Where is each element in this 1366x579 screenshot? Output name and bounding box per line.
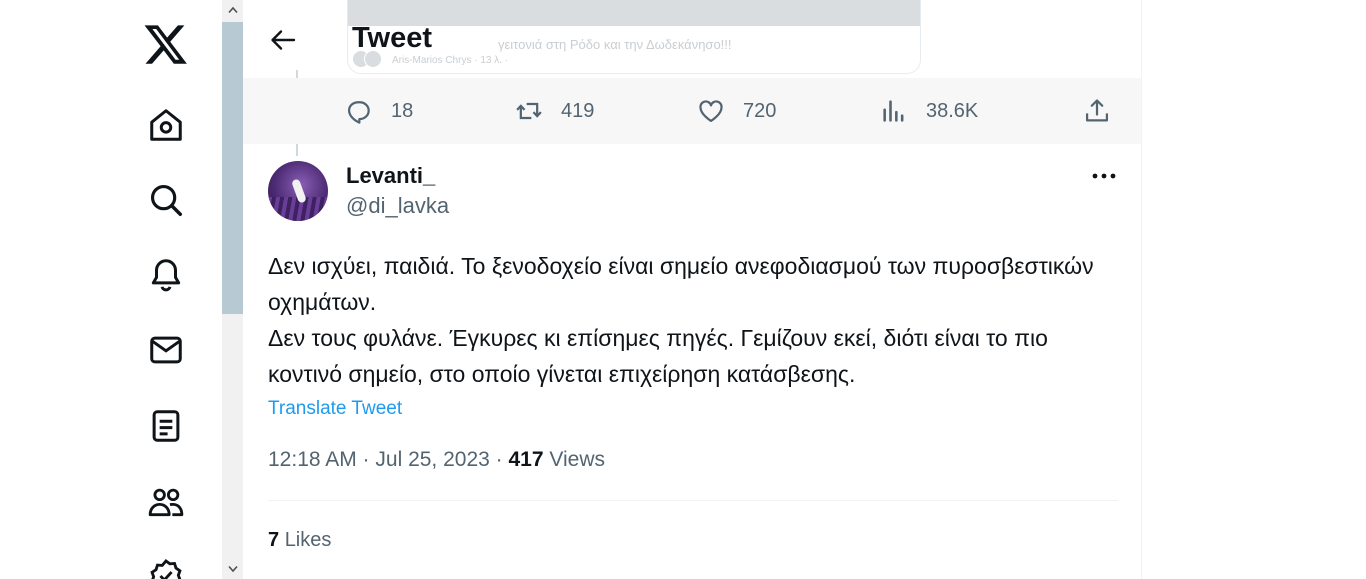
tweet-meta: 12:18 AM · Jul 25, 2023 · 417 Views <box>268 448 605 472</box>
left-navigation <box>0 0 222 579</box>
reply-button[interactable]: 18 <box>345 78 413 144</box>
retweet-count: 419 <box>561 99 595 122</box>
views-count: 38.6K <box>926 99 979 122</box>
analytics-icon <box>883 100 904 122</box>
views-number: 417 <box>508 448 544 471</box>
notifications-icon[interactable] <box>146 255 186 295</box>
page-header: Tweet <box>243 0 1141 78</box>
tweet-text-line: Δεν ισχύει, παιδιά. Το ξενοδοχείο είναι … <box>268 253 1094 315</box>
more-dots-icon <box>1092 173 1116 179</box>
page-title: Tweet <box>352 22 433 54</box>
scroll-up-arrow-icon[interactable] <box>222 0 243 20</box>
more-options-button[interactable] <box>1088 165 1120 187</box>
views-button[interactable]: 38.6K <box>880 78 978 144</box>
messages-icon[interactable] <box>146 330 186 370</box>
tweet-text-line: Δεν τους φυλάνε. Έγκυρες κι επίσημες πηγ… <box>268 325 1048 387</box>
scroll-thumb[interactable] <box>222 22 243 314</box>
like-button[interactable]: 720 <box>697 78 776 144</box>
tweet-text: Δεν ισχύει, παιδιά. Το ξενοδοχείο είναι … <box>268 248 1098 392</box>
heart-icon <box>699 100 723 123</box>
reply-icon <box>347 101 370 124</box>
like-count: 720 <box>743 99 777 122</box>
avatar[interactable] <box>268 161 328 221</box>
back-button[interactable] <box>265 22 301 58</box>
display-name[interactable]: Levanti_ <box>346 163 435 189</box>
likes-number: 7 <box>268 529 280 551</box>
retweet-icon <box>516 102 542 120</box>
main-column: γειτονιά στη Ρόδο και την Δωδεκάνησο!!! … <box>243 0 1142 579</box>
share-icon <box>1085 99 1109 122</box>
retweet-button[interactable]: 419 <box>515 78 594 144</box>
share-button[interactable] <box>1083 78 1111 144</box>
search-icon[interactable] <box>146 180 186 220</box>
tweet-action-bar: 18 419 720 38.6K <box>243 78 1141 144</box>
right-column <box>1142 0 1366 579</box>
reply-count: 18 <box>391 99 414 122</box>
views-label: Views <box>549 448 606 471</box>
back-arrow-icon <box>271 30 296 50</box>
home-icon[interactable] <box>146 105 186 145</box>
scrollbar[interactable] <box>222 0 243 579</box>
scroll-down-arrow-icon[interactable] <box>222 559 243 579</box>
lists-icon[interactable] <box>146 406 186 446</box>
tweet-timestamp[interactable]: 12:18 AM · Jul 25, 2023 · <box>268 448 503 471</box>
translate-tweet-link[interactable]: Translate Tweet <box>268 398 402 420</box>
x-logo-icon[interactable] <box>142 20 190 68</box>
likes-summary[interactable]: 7 Likes <box>268 529 331 552</box>
user-handle[interactable]: @di_lavka <box>346 193 449 219</box>
divider <box>268 500 1118 501</box>
communities-icon[interactable] <box>146 482 186 522</box>
likes-label: Likes <box>284 529 332 551</box>
verified-icon[interactable] <box>146 556 186 579</box>
